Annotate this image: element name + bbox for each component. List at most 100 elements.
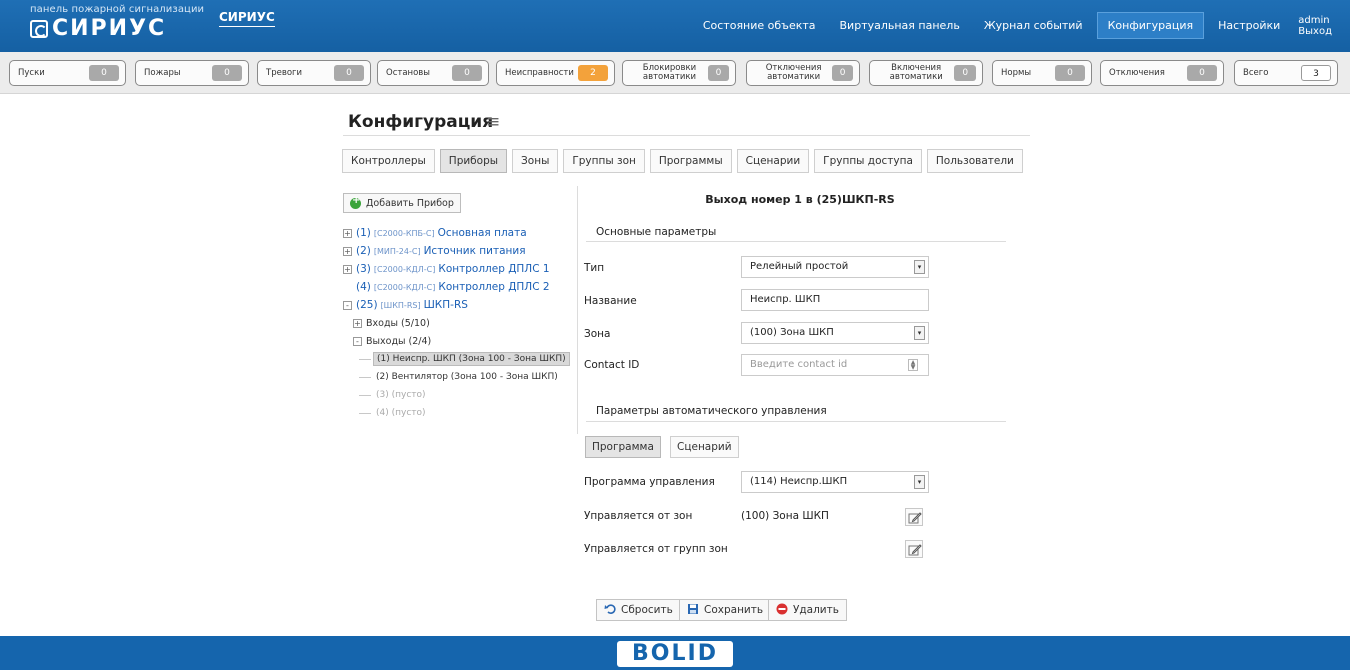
tree-item-device-1[interactable]: + (1) [С2000-КПБ-С] Основная плата (343, 224, 573, 242)
contact-id-placeholder: Введите contact id (750, 359, 848, 370)
divider (586, 421, 1006, 422)
dropdown-arrow-icon: ▾ (914, 326, 925, 340)
delete-button[interactable]: Удалить (768, 599, 847, 621)
app-footer: BOLID (0, 636, 1350, 670)
user-block: admin Выход (1298, 15, 1332, 37)
tree-item-output-1[interactable]: (1) Неиспр. ШКП (Зона 100 - Зона ШКП) (343, 350, 573, 368)
collapse-icon[interactable]: - (343, 300, 352, 310)
type-select[interactable]: Релейный простой ▾ (741, 256, 929, 278)
delete-icon (776, 603, 788, 618)
counter-label: Пожары (144, 67, 181, 78)
counter-launches[interactable]: Пуски 0 (9, 60, 126, 86)
counter-auto-enables[interactable]: Включения автоматики 0 (869, 60, 983, 86)
zone-select[interactable]: (100) Зона ШКП ▾ (741, 322, 929, 344)
brand: панель пожарной сигнализации СИРИУС (30, 4, 204, 41)
logout-link[interactable]: Выход (1298, 26, 1332, 37)
tree-item-output-2[interactable]: (2) Вентилятор (Зона 100 - Зона ШКП) (343, 368, 573, 386)
contact-id-label: Contact ID (584, 359, 640, 371)
edit-zones-icon[interactable] (905, 508, 923, 526)
tree-item-output-3[interactable]: (3) (пусто) (343, 386, 573, 404)
program-label: Программа управления (584, 476, 715, 488)
top-navigation: Состояние объекта Виртуальная панель Жур… (689, 12, 1332, 39)
device-type: [С2000-КДЛ-С] (373, 264, 436, 274)
nav-settings[interactable]: Настройки (1208, 13, 1290, 38)
inputs-label: Входы (5/10) (366, 317, 430, 329)
counter-disables[interactable]: Отключения 0 (1100, 60, 1224, 86)
name-input[interactable]: Неиспр. ШКП (741, 289, 929, 311)
object-name-link[interactable]: СИРИУС (219, 10, 275, 27)
tab-programs[interactable]: Программы (649, 149, 732, 173)
brand-logo-text: СИРИУС (52, 16, 167, 41)
collapse-icon[interactable]: - (353, 336, 362, 346)
zone-label: Зона (584, 328, 611, 340)
tab-devices[interactable]: Приборы (439, 149, 508, 173)
nav-object-state[interactable]: Состояние объекта (693, 13, 826, 38)
output-label: (4) (пусто) (376, 408, 426, 418)
counter-value: 2 (578, 65, 608, 81)
counter-label: Блокировки автоматики (642, 63, 697, 82)
name-label: Название (584, 295, 637, 307)
spinner-icon[interactable]: ▲ ▼ (908, 359, 918, 371)
tree-item-device-3[interactable]: + (3) [С2000-КДЛ-С] Контроллер ДПЛС 1 (343, 260, 573, 278)
tree-item-inputs[interactable]: + Входы (5/10) (343, 314, 573, 332)
controlled-zones-value: (100) Зона ШКП (741, 510, 829, 522)
counter-value: 0 (1055, 65, 1085, 81)
floppy-icon (687, 603, 699, 618)
program-select[interactable]: (114) Неиспр.ШКП ▾ (741, 471, 929, 493)
counter-auto-blocks[interactable]: Блокировки автоматики 0 (622, 60, 736, 86)
subtab-program[interactable]: Программа (585, 436, 661, 458)
counter-stops[interactable]: Остановы 0 (377, 60, 489, 86)
tree-connector (359, 358, 371, 360)
tree-item-device-25[interactable]: - (25) [ШКП-RS] ШКП-RS (343, 296, 573, 314)
brand-subtitle: панель пожарной сигнализации (30, 4, 205, 15)
counter-faults[interactable]: Неисправности 2 (496, 60, 615, 86)
counter-label: Остановы (386, 67, 431, 78)
nav-virtual-panel[interactable]: Виртуальная панель (830, 13, 970, 38)
tree-item-device-2[interactable]: + (2) [МИП-24-С] Источник питания (343, 242, 573, 260)
counter-auto-disables[interactable]: Отключения автоматики 0 (746, 60, 860, 86)
nav-configuration[interactable]: Конфигурация (1096, 12, 1205, 39)
reset-button[interactable]: Сбросить (596, 599, 681, 621)
expand-icon[interactable]: + (343, 228, 352, 238)
tree-connector (359, 376, 371, 378)
expand-icon[interactable]: + (343, 264, 352, 274)
tab-zone-groups[interactable]: Группы зон (563, 149, 645, 173)
counter-total[interactable]: Всего 3 (1234, 60, 1338, 86)
tree-item-outputs[interactable]: - Выходы (2/4) (343, 332, 573, 350)
tab-scenarios[interactable]: Сценарии (736, 149, 810, 173)
counter-value: 0 (89, 65, 119, 81)
counter-alarms[interactable]: Тревоги 0 (257, 60, 371, 86)
tree-item-output-4[interactable]: (4) (пусто) (343, 404, 573, 422)
tab-controllers[interactable]: Контроллеры (342, 149, 435, 173)
counter-fires[interactable]: Пожары 0 (135, 60, 249, 86)
save-button[interactable]: Сохранить (679, 599, 772, 621)
brand-logo[interactable]: СИРИУС (30, 16, 204, 41)
program-value: (114) Неиспр.ШКП (750, 476, 848, 487)
contact-id-input[interactable]: Введите contact id ▲ ▼ (741, 354, 929, 376)
bolid-logo: BOLID (617, 641, 733, 667)
edit-groups-icon[interactable] (905, 540, 923, 558)
counter-norms[interactable]: Нормы 0 (992, 60, 1092, 86)
dropdown-arrow-icon: ▾ (914, 475, 925, 489)
undo-icon (604, 603, 616, 618)
device-number: (3) (356, 263, 371, 275)
expand-icon[interactable]: + (353, 318, 362, 328)
user-name: admin (1298, 14, 1330, 26)
menu-icon[interactable]: ≡ (486, 112, 500, 132)
tab-zones[interactable]: Зоны (512, 149, 559, 173)
counter-label: Пуски (18, 67, 45, 78)
delete-label: Удалить (793, 604, 839, 616)
outputs-label: Выходы (2/4) (366, 335, 432, 347)
counter-value: 0 (212, 65, 242, 81)
output-label: (2) Вентилятор (Зона 100 - Зона ШКП) (376, 372, 558, 382)
device-number: (4) (356, 281, 371, 293)
tab-access-groups[interactable]: Группы доступа (814, 149, 922, 173)
add-device-button[interactable]: Добавить Прибор (343, 193, 461, 213)
subtab-scenario[interactable]: Сценарий (670, 436, 739, 458)
counter-value: 0 (707, 65, 729, 81)
tab-users[interactable]: Пользователи (926, 149, 1023, 173)
expand-icon[interactable]: + (343, 246, 352, 256)
nav-event-log[interactable]: Журнал событий (974, 13, 1093, 38)
device-type: [С2000-КПБ-С] (373, 228, 435, 238)
tree-item-device-4[interactable]: (4) [С2000-КДЛ-С] Контроллер ДПЛС 2 (343, 278, 573, 296)
